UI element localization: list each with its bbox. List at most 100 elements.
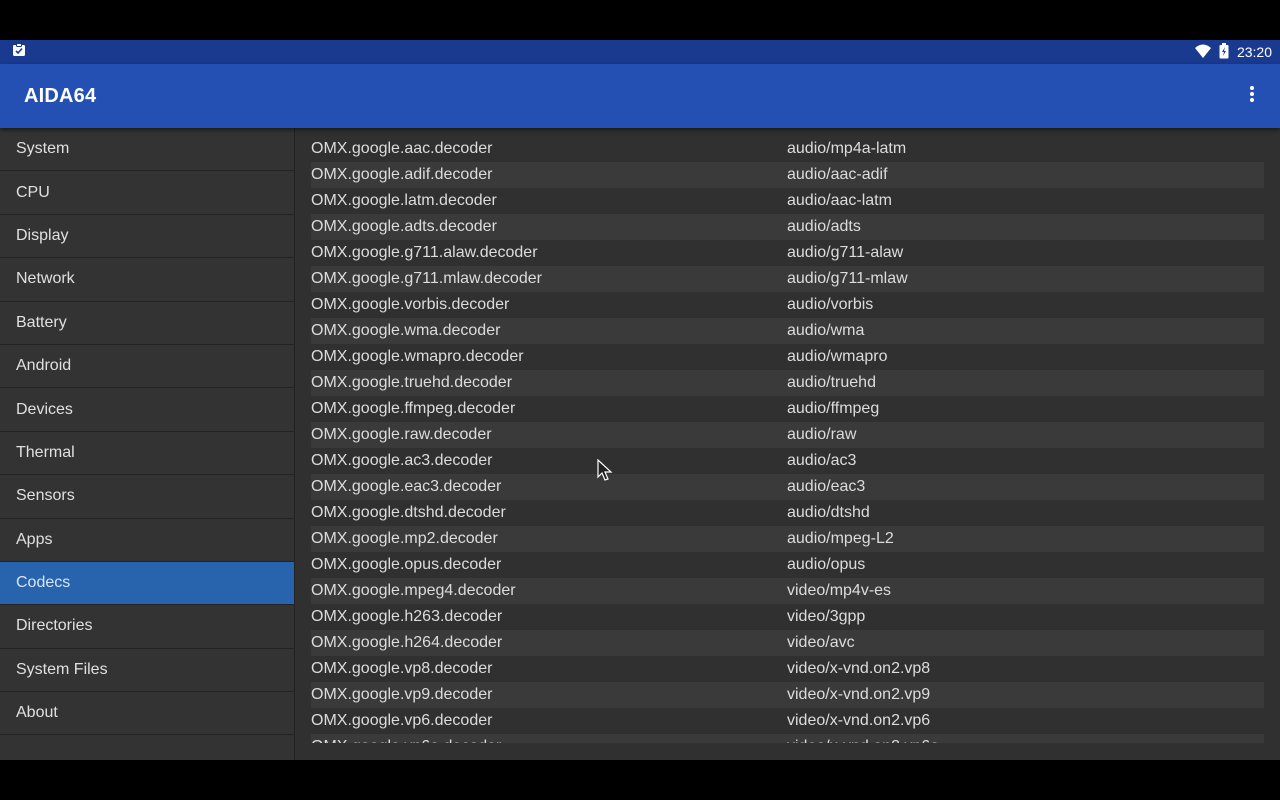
codec-name: OMX.google.vorbis.decoder	[311, 296, 510, 313]
table-row[interactable]: OMX.google.vp6.decoder video/x-vnd.on2.vp…	[311, 708, 1264, 734]
sidebar-item-label: Directories	[16, 617, 93, 635]
table-row[interactable]: OMX.google.wma.decoder audio/wma	[311, 318, 1264, 344]
table-row[interactable]: OMX.google.ac3.decoder audio/ac3	[311, 448, 1264, 474]
table-row[interactable]: OMX.google.mpeg4.decoder video/mp4v-es	[311, 578, 1264, 604]
sidebar-item-android[interactable]: Android	[0, 345, 294, 389]
table-row[interactable]: OMX.google.vorbis.decoder audio/vorbis	[311, 292, 1264, 318]
codec-name: OMX.google.mp2.decoder	[311, 530, 498, 547]
codec-name: OMX.google.ffmpeg.decoder	[311, 400, 516, 417]
table-row[interactable]: OMX.google.aac.decoder audio/mp4a-latm	[311, 136, 1264, 162]
codec-mime-type: video/x-vnd.on2.vp6a	[787, 738, 1264, 743]
overflow-menu-button[interactable]	[1240, 80, 1264, 112]
sidebar: System CPU Display Network Battery Android Dev…	[0, 128, 295, 760]
table-row[interactable]: OMX.google.g711.mlaw.decoder audio/g711-m…	[311, 266, 1264, 292]
table-row[interactable]: OMX.google.opus.decoder audio/opus	[311, 552, 1264, 578]
codec-name: OMX.google.vp6.decoder	[311, 712, 493, 729]
sidebar-item-label: Codecs	[16, 574, 71, 592]
sidebar-item-label: System Files	[16, 660, 108, 678]
table-row[interactable]: OMX.google.wmapro.decoder audio/wmapro	[311, 344, 1264, 370]
table-row[interactable]: OMX.google.vp6a.decodervideo/x-vnd.on2.v…	[311, 734, 1264, 743]
sidebar-item-devices[interactable]: Devices	[0, 388, 294, 432]
codec-mime-type: audio/adts	[787, 218, 861, 235]
app-title: AIDA64	[24, 84, 97, 107]
sidebar-item-label: Sensors	[16, 487, 75, 505]
sidebar-item-label: Battery	[16, 313, 67, 331]
sidebar-item-label: Thermal	[16, 443, 75, 461]
codec-name: OMX.google.vp9.decoder	[311, 686, 493, 703]
sidebar-item-label: CPU	[16, 183, 50, 201]
codec-name: OMX.google.wma.decoder	[311, 322, 501, 339]
codec-mime-type: audio/vorbis	[787, 296, 874, 313]
sidebar-item-label: Apps	[16, 530, 53, 548]
codec-name: OMX.google.aac.decoder	[311, 140, 493, 157]
table-row[interactable]: OMX.google.latm.decoder audio/aac-latm	[311, 188, 1264, 214]
sidebar-item-display[interactable]: Display	[0, 215, 294, 259]
sidebar-item-label: Android	[16, 357, 72, 375]
codec-mime-type: audio/ac3	[787, 452, 857, 469]
mouse-cursor-icon	[597, 458, 613, 488]
table-row[interactable]: OMX.google.mp2.decoder audio/mpeg-L2	[311, 526, 1264, 552]
codec-mime-type: audio/wmapro	[787, 348, 888, 365]
codec-mime-type: video/x-vnd.on2.vp9	[787, 686, 931, 703]
table-row[interactable]: OMX.google.dtshd.decoder audio/dtshd	[311, 500, 1264, 526]
codec-name: OMX.google.dtshd.decoder	[311, 504, 506, 521]
codec-mime-type: audio/g711-mlaw	[787, 270, 908, 287]
sidebar-item-system-files[interactable]: System Files	[0, 649, 294, 693]
sidebar-item-label: Display	[16, 226, 69, 244]
status-bar: 23:20	[0, 40, 1280, 64]
codec-mime-type: audio/mp4a-latm	[787, 140, 907, 157]
codec-mime-type: audio/eac3	[787, 478, 866, 495]
sidebar-item-system[interactable]: System	[0, 128, 294, 172]
table-row[interactable]: OMX.google.eac3.decoder audio/eac3	[311, 474, 1264, 500]
codec-name: OMX.google.g711.mlaw.decoder	[311, 270, 542, 287]
app-bar: AIDA64	[0, 64, 1280, 128]
codec-mime-type: audio/truehd	[787, 374, 876, 391]
table-row[interactable]: OMX.google.h264.decoder video/avc	[311, 630, 1264, 656]
codec-name: OMX.google.h264.decoder	[311, 634, 503, 651]
codec-name: OMX.google.mpeg4.decoder	[311, 582, 516, 599]
codec-mime-type: audio/g711-alaw	[787, 244, 904, 261]
sidebar-item-directories[interactable]: Directories	[0, 605, 294, 649]
codec-mime-type: audio/wma	[787, 322, 865, 339]
codec-mime-type: video/avc	[787, 634, 855, 651]
codec-mime-type: video/x-vnd.on2.vp6	[787, 712, 931, 729]
codec-name: OMX.google.eac3.decoder	[311, 478, 502, 495]
codec-name: OMX.google.ac3.decoder	[311, 452, 493, 469]
sidebar-item-label: Network	[16, 270, 75, 288]
codec-name: OMX.google.adif.decoder	[311, 166, 493, 183]
codec-name: OMX.google.wmapro.decoder	[311, 348, 524, 365]
codec-name: OMX.google.raw.decoder	[311, 426, 492, 443]
sidebar-item-thermal[interactable]: Thermal	[0, 432, 294, 476]
codec-list[interactable]: OMX.google.aac.decoder audio/mp4a-latm OMX…	[295, 128, 1280, 743]
table-row[interactable]: OMX.google.g711.alaw.decoder audio/g711-a…	[311, 240, 1264, 266]
sidebar-item-apps[interactable]: Apps	[0, 519, 294, 562]
codec-mime-type: audio/aac-adif	[787, 166, 888, 183]
codec-name: OMX.google.h263.decoder	[311, 608, 503, 625]
codec-mime-type: audio/ffmpeg	[787, 400, 880, 417]
sidebar-item-battery[interactable]: Battery	[0, 302, 294, 345]
sidebar-item-network[interactable]: Network	[0, 258, 294, 302]
sidebar-item-codecs[interactable]: Codecs	[0, 561, 294, 606]
codec-name: OMX.google.latm.decoder	[311, 192, 497, 209]
top-black-bar	[0, 0, 1280, 40]
codec-mime-type: audio/aac-latm	[787, 192, 892, 209]
codec-name: OMX.google.g711.alaw.decoder	[311, 244, 538, 261]
table-row[interactable]: OMX.google.ffmpeg.decoder audio/ffmpeg	[311, 396, 1264, 422]
codec-mime-type: video/mp4v-es	[787, 582, 892, 599]
table-row[interactable]: OMX.google.h263.decoder video/3gpp	[311, 604, 1264, 630]
table-row[interactable]: OMX.google.raw.decoder audio/raw	[311, 422, 1264, 448]
more-vert-icon	[1249, 85, 1255, 108]
content-area: System CPU Display Network Battery Android Dev…	[0, 128, 1280, 760]
sidebar-item-about[interactable]: About	[0, 692, 294, 736]
codec-mime-type: audio/mpeg-L2	[787, 530, 894, 547]
table-row[interactable]: OMX.google.vp9.decoder video/x-vnd.on2.vp…	[311, 682, 1264, 708]
codec-name: OMX.google.adts.decoder	[311, 218, 497, 235]
table-row[interactable]: OMX.google.vp8.decoder video/x-vnd.on2.vp…	[311, 656, 1264, 682]
table-row[interactable]: OMX.google.adts.decoder audio/adts	[311, 214, 1264, 240]
table-row[interactable]: OMX.google.truehd.decoder audio/truehd	[311, 370, 1264, 396]
sidebar-item-sensors[interactable]: Sensors	[0, 475, 294, 519]
sidebar-item-cpu[interactable]: CPU	[0, 171, 294, 215]
table-row[interactable]: OMX.google.adif.decoder audio/aac-adif	[311, 162, 1264, 188]
bottom-black-bar	[0, 760, 1280, 800]
codec-name: OMX.google.truehd.decoder	[311, 374, 513, 391]
